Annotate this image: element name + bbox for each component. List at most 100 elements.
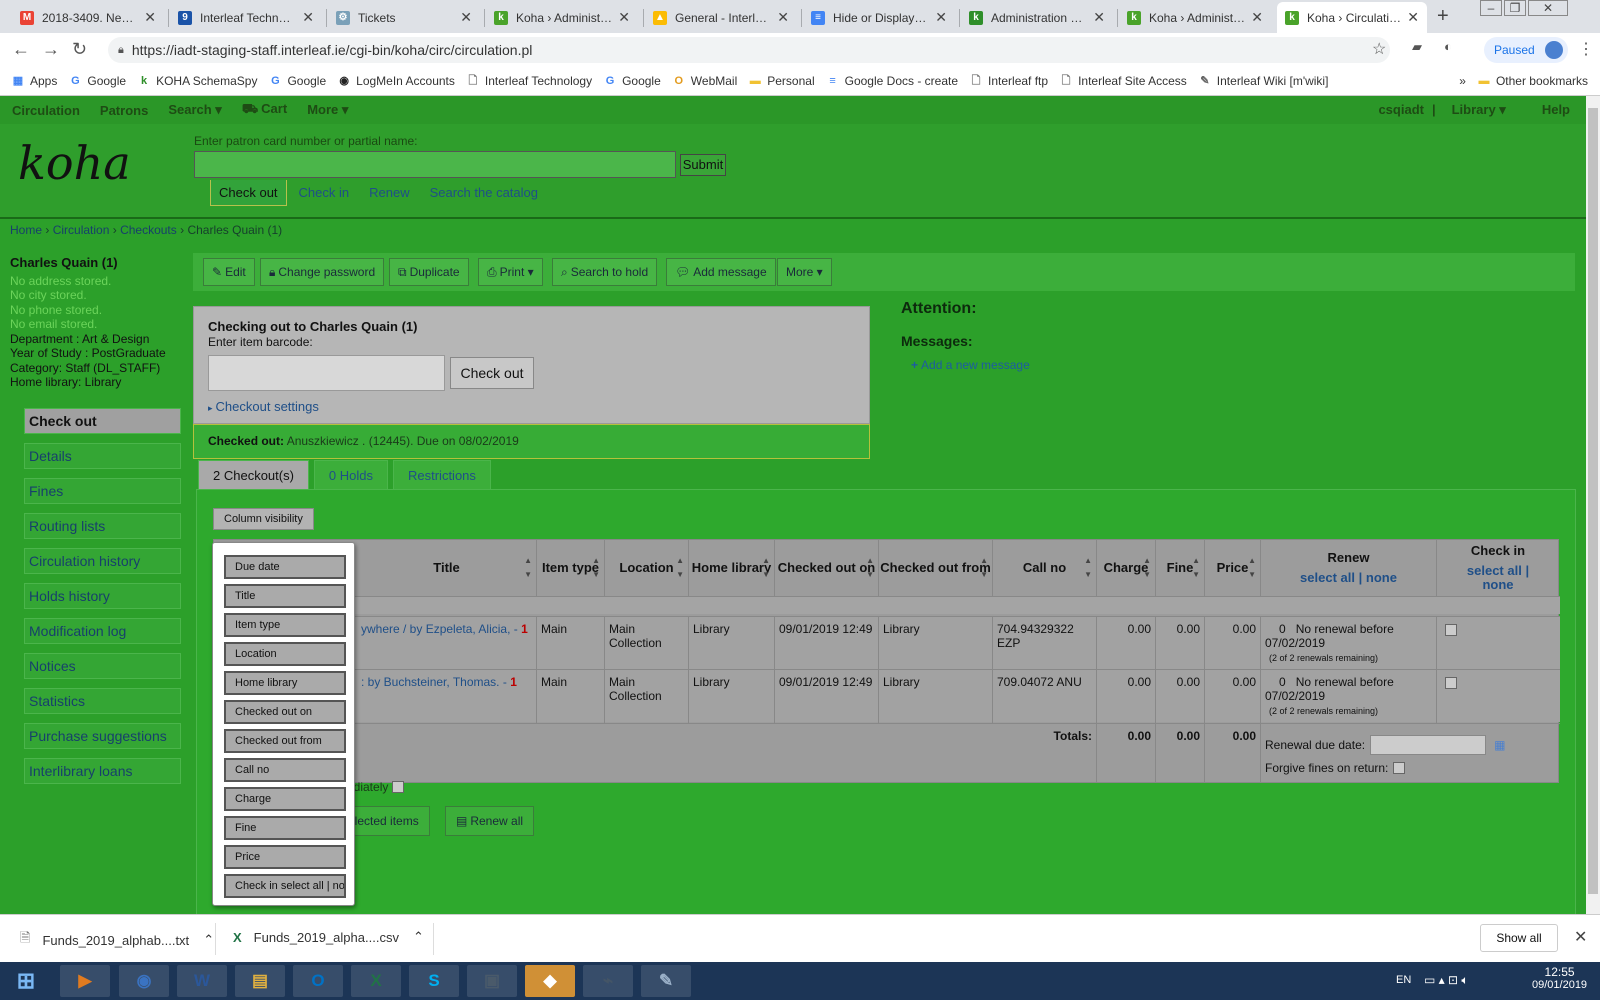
clock[interactable]: 12:55 09/01/2019 <box>1532 965 1587 991</box>
help-link[interactable]: Help <box>1542 102 1570 118</box>
terminal-icon[interactable]: ▣ <box>467 965 517 997</box>
col-header-location[interactable]: Location ▲ ▼ <box>605 540 689 596</box>
sidebar-item-routing-lists[interactable]: Routing lists <box>24 513 181 539</box>
colvis-toggle-checked-out-from[interactable]: Checked out from <box>224 729 346 753</box>
language-indicator[interactable]: EN <box>1396 974 1411 986</box>
chrome-icon[interactable]: ◉ <box>119 965 169 997</box>
breadcrumb-checkouts[interactable]: Checkouts <box>120 223 177 237</box>
colvis-toggle-due-date[interactable]: Due date <box>224 555 346 579</box>
chevron-up-icon[interactable]: ⌃ <box>203 932 214 948</box>
bookmark-item[interactable]: k KOHA SchemaSpy <box>138 74 257 88</box>
scrollbar-thumb[interactable] <box>1588 108 1598 894</box>
nav-search[interactable]: Search ▾ <box>168 102 222 118</box>
sidebar-item-holds-history[interactable]: Holds history <box>24 583 181 609</box>
forward-icon[interactable]: → <box>42 39 60 60</box>
download-item[interactable]: 🗎︎ Funds_2019_alphab....txt ⌃ <box>20 929 214 951</box>
colvis-toggle-item-type[interactable]: Item type <box>224 613 346 637</box>
show-all-downloads-button[interactable]: Show all <box>1480 924 1558 952</box>
more-button[interactable]: More ▾ <box>777 258 832 286</box>
sidebar-item-check-out[interactable]: Check out <box>24 408 181 434</box>
app-icon[interactable]: ◆ <box>525 965 575 997</box>
bookmark-item[interactable]: ≡ Google Docs - create <box>827 74 958 88</box>
bookmark-item[interactable]: 🗋︎ Interleaf ftp <box>970 74 1048 88</box>
extension-circle-icon[interactable]: ◐ <box>1444 39 1452 54</box>
col-header-call-no[interactable]: Call no ▲ ▼ <box>993 540 1097 596</box>
sidebar-item-fines[interactable]: Fines <box>24 478 181 504</box>
chevron-up-icon[interactable]: ⌃ <box>413 929 424 945</box>
renew-select-all-link[interactable]: select all <box>1300 570 1355 585</box>
colvis-toggle-check-in[interactable]: Check in select all | none <box>224 874 346 898</box>
checkout-settings-toggle[interactable]: ▸ Checkout settings <box>208 399 319 414</box>
browser-menu-icon[interactable]: ⋮ <box>1578 39 1594 59</box>
breadcrumb-home[interactable]: Home <box>10 223 42 237</box>
renew-all-button[interactable]: ▤ Renew all <box>445 806 535 836</box>
close-tab-icon[interactable]: ✕ <box>935 9 947 26</box>
bookmark-item[interactable]: ▦ Apps <box>12 74 58 88</box>
page-scrollbar[interactable] <box>1586 96 1600 914</box>
putty-icon[interactable]: ⌁ <box>583 965 633 997</box>
logged-in-user[interactable]: csqiadt <box>1378 102 1424 118</box>
bookmark-item[interactable]: 🗋︎ Interleaf Technology <box>467 74 592 88</box>
colvis-toggle-checked-out-on[interactable]: Checked out on <box>224 700 346 724</box>
patron-search-submit[interactable]: Submit <box>680 154 726 176</box>
search-to-hold-button[interactable]: ⌕ Search to hold <box>552 258 658 286</box>
browser-tab[interactable]: k Koha › Administrat ✕ <box>486 2 638 33</box>
minimize-icon[interactable]: – <box>1480 0 1502 16</box>
bookmark-item[interactable]: ▬ Personal <box>749 74 815 88</box>
check-in-checkbox[interactable] <box>1445 624 1457 636</box>
bookmark-star-icon[interactable]: ☆ <box>1372 39 1386 59</box>
sidebar-item-interlibrary-loans[interactable]: Interlibrary loans <box>24 758 181 784</box>
change-password-button[interactable]: 🔒︎ Change password <box>260 258 385 286</box>
forgive-fines-checkbox[interactable] <box>1393 762 1406 774</box>
tab-renew[interactable]: Renew <box>361 180 417 206</box>
renewal-due-date-input[interactable] <box>1370 735 1487 755</box>
sidebar-item-statistics[interactable]: Statistics <box>24 688 181 714</box>
close-tab-icon[interactable]: ✕ <box>1093 9 1105 26</box>
add-message-button[interactable]: 💬︎ Add message <box>666 258 776 286</box>
renew-immediately-checkbox[interactable] <box>392 781 405 793</box>
colvis-toggle-location[interactable]: Location <box>224 642 346 666</box>
bookmark-item[interactable]: G Google <box>269 74 326 88</box>
patron-search-input[interactable] <box>194 151 676 178</box>
new-tab-button[interactable]: + <box>1437 5 1449 28</box>
file-explorer-icon[interactable]: ▤ <box>235 965 285 997</box>
nav-more[interactable]: More ▾ <box>307 102 348 118</box>
tab-check-out[interactable]: Check out <box>210 180 287 206</box>
title-link[interactable]: : by Buchsteiner, Thomas. - <box>361 675 507 689</box>
word-icon[interactable]: W <box>177 965 227 997</box>
check-in-checkbox[interactable] <box>1445 677 1457 689</box>
tab-checkouts[interactable]: 2 Checkout(s) <box>198 460 309 490</box>
browser-tab[interactable]: k Koha › Administrat ✕ <box>1119 2 1271 33</box>
close-tab-icon[interactable]: ✕ <box>144 9 156 26</box>
colvis-toggle-call-no[interactable]: Call no <box>224 758 346 782</box>
close-tab-icon[interactable]: ✕ <box>460 9 472 26</box>
col-header-checked-out-from[interactable]: Checked out from ▲ ▼ <box>879 540 993 596</box>
back-icon[interactable]: ← <box>12 39 30 60</box>
browser-tab[interactable]: ▲ General - Interleaf ✕ <box>645 2 797 33</box>
bookmark-item[interactable]: 🗋︎ Interleaf Site Access <box>1060 74 1187 88</box>
check-out-button[interactable]: Check out <box>450 357 534 389</box>
reload-icon[interactable]: ↻ <box>72 39 87 60</box>
close-tab-icon[interactable]: ✕ <box>1407 9 1419 26</box>
nav-patrons[interactable]: Patrons <box>100 103 148 118</box>
bookmarks-overflow-button[interactable]: » <box>1459 74 1466 88</box>
column-visibility-button[interactable]: Column visibility <box>213 508 314 530</box>
browser-tab[interactable]: k Administration — I ✕ <box>961 2 1113 33</box>
notepad-icon[interactable]: ✎ <box>641 965 691 997</box>
tab-holds[interactable]: 0 Holds <box>313 460 388 490</box>
barcode-link[interactable]: 1 <box>510 675 517 689</box>
close-tab-icon[interactable]: ✕ <box>777 9 789 26</box>
browser-tab[interactable]: 9 Interleaf Technolog ✕ <box>170 2 322 33</box>
sidebar-item-modification-log[interactable]: Modification log <box>24 618 181 644</box>
bookmark-item[interactable]: ✎ Interleaf Wiki [m'wiki] <box>1199 74 1328 88</box>
col-header-charge[interactable]: Charge ▲ ▼ <box>1097 540 1156 596</box>
breadcrumb-circulation[interactable]: Circulation <box>53 223 110 237</box>
edit-button[interactable]: ✎ Edit <box>203 258 255 286</box>
nav-cart[interactable]: ⛟ Cart <box>242 101 287 119</box>
close-tab-icon[interactable]: ✕ <box>618 9 630 26</box>
skype-icon[interactable]: S <box>409 965 459 997</box>
checkin-select-none-link[interactable]: none <box>1482 577 1513 592</box>
colvis-toggle-price[interactable]: Price <box>224 845 346 869</box>
browser-tab[interactable]: k Koha › Circulation ✕ <box>1277 2 1427 33</box>
tab-check-in[interactable]: Check in <box>291 180 358 206</box>
